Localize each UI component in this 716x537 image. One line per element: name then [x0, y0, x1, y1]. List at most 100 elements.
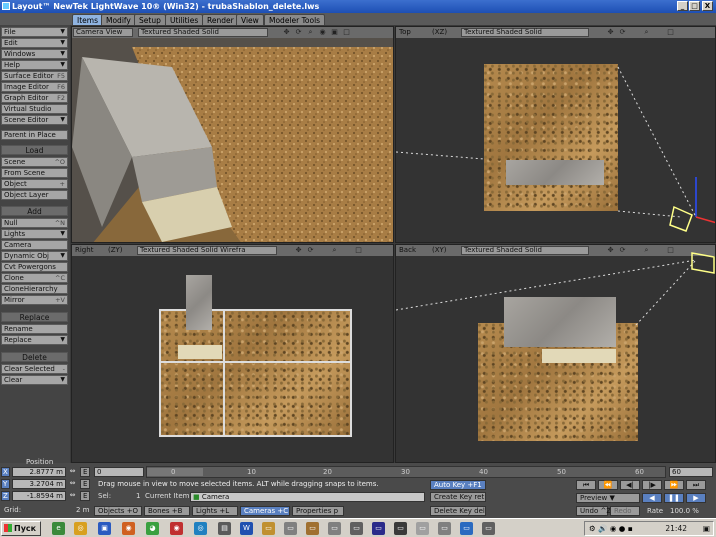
render-mode-select[interactable]: Textured Shaded Solid Wirefra	[137, 246, 277, 255]
end-frame-field[interactable]: 60	[669, 467, 713, 477]
zoom-icon[interactable]: ⌕	[306, 28, 315, 37]
first-frame-button[interactable]: ⏮	[576, 480, 596, 490]
quicklaunch-icon-16[interactable]: ▭	[394, 522, 407, 535]
camera-icon[interactable]: ▣	[330, 28, 339, 37]
rename-button[interactable]: Rename	[1, 324, 68, 334]
preview-select[interactable]: Preview ▼	[576, 493, 640, 503]
word-icon[interactable]: W	[240, 522, 253, 535]
file-menu-button[interactable]: File ▼	[1, 27, 68, 37]
z-axis-toggle[interactable]: Z	[1, 491, 10, 501]
tab-modify[interactable]: Modify	[101, 14, 136, 25]
load-object-layer-button[interactable]: Object Layer	[1, 190, 68, 200]
quicklaunch-icon-2[interactable]: ◎	[74, 522, 87, 535]
start-button[interactable]: Пуск	[1, 521, 41, 536]
windows-menu-button[interactable]: Windows ▼	[1, 49, 68, 59]
quicklaunch-icon-19[interactable]: ▭	[460, 522, 473, 535]
tab-view[interactable]: View	[236, 14, 264, 25]
y-position-field[interactable]: 3.2704 m	[12, 479, 66, 489]
quicklaunch-icon-20[interactable]: ▭	[482, 522, 495, 535]
graph-editor-button[interactable]: Graph Editor F2	[1, 93, 68, 103]
delete-key-button[interactable]: Delete Key del	[430, 506, 486, 516]
rotate-icon[interactable]: ⟳	[306, 246, 315, 255]
quicklaunch-icon-6[interactable]: ◉	[170, 522, 183, 535]
last-frame-button[interactable]: ⏭	[686, 480, 706, 490]
quicklaunch-icon-18[interactable]: ▭	[438, 522, 451, 535]
auto-key-button[interactable]: Auto Key +F1	[430, 480, 486, 490]
y-envelope-button[interactable]: E	[80, 479, 90, 489]
viewport-right[interactable]: Right (ZY) Textured Shaded Solid Wirefra…	[71, 244, 394, 463]
load-from-scene-button[interactable]: From Scene	[1, 168, 68, 178]
tab-setup[interactable]: Setup	[134, 14, 166, 25]
add-null-button[interactable]: Null ^N	[1, 218, 68, 228]
quicklaunch-icon-12[interactable]: ▭	[306, 522, 319, 535]
quicklaunch-icon-3[interactable]: ▣	[98, 522, 111, 535]
tab-utilities[interactable]: Utilities	[165, 14, 204, 25]
edit-menu-button[interactable]: Edit ▼	[1, 38, 68, 48]
view-type-select[interactable]: Camera View	[73, 28, 133, 37]
next-frame-button[interactable]: |▶	[642, 480, 662, 490]
scene-editor-button[interactable]: Scene Editor ▼	[1, 115, 68, 125]
quicklaunch-icon-15[interactable]: ▭	[372, 522, 385, 535]
help-menu-button[interactable]: Help ▼	[1, 60, 68, 70]
close-button[interactable]: X	[702, 1, 713, 11]
prev-key-button[interactable]: ⏪	[598, 480, 618, 490]
z-arrows-icon[interactable]: ⇔	[68, 491, 77, 500]
y-axis-toggle[interactable]: Y	[1, 479, 10, 489]
cvt-powergons-button[interactable]: Cvt Powergons	[1, 262, 68, 272]
cameras-tab[interactable]: Cameras +C	[240, 506, 290, 516]
play-reverse-button[interactable]: ◀	[642, 493, 662, 503]
maximize-view-icon[interactable]: □	[342, 28, 351, 37]
bones-tab[interactable]: Bones +B	[144, 506, 190, 516]
clear-button[interactable]: Clear ▼	[1, 375, 68, 385]
viewport-camera[interactable]: Camera View Textured Shaded Solid ✥ ⟳ ⌕ …	[71, 26, 394, 243]
load-object-button[interactable]: Object +	[1, 179, 68, 189]
play-button[interactable]: ▶	[686, 493, 706, 503]
next-key-button[interactable]: ⏩	[664, 480, 684, 490]
x-position-field[interactable]: 2.8777 m	[12, 467, 66, 477]
current-item-select[interactable]: ■ Camera	[190, 492, 425, 502]
quicklaunch-icon-7[interactable]: ◎	[194, 522, 207, 535]
quicklaunch-icon-11[interactable]: ▭	[284, 522, 297, 535]
pause-button[interactable]: ❚❚	[664, 493, 684, 503]
render-mode-select[interactable]: Textured Shaded Solid	[138, 28, 268, 37]
clone-hierarchy-button[interactable]: CloneHierarchy	[1, 284, 68, 294]
quicklaunch-icon-1[interactable]: e	[52, 522, 65, 535]
x-axis-toggle[interactable]: X	[1, 467, 10, 477]
minimize-button[interactable]: _	[677, 1, 688, 11]
tab-modeler-tools[interactable]: Modeler Tools	[264, 14, 326, 25]
quicklaunch-icon-8[interactable]: ▤	[218, 522, 231, 535]
prev-frame-button[interactable]: ◀|	[620, 480, 640, 490]
timeline-slider[interactable]: 0 10 20 30 40 50 60	[146, 466, 666, 478]
x-arrows-icon[interactable]: ⇔	[68, 467, 77, 476]
virtual-studio-button[interactable]: Virtual Studio	[1, 104, 68, 114]
move-icon[interactable]: ✥	[282, 28, 291, 37]
parent-in-place-button[interactable]: Parent in Place	[1, 130, 68, 140]
lights-tab[interactable]: Lights +L	[192, 506, 238, 516]
add-lights-button[interactable]: Lights ▼	[1, 229, 68, 239]
quicklaunch-icon-14[interactable]: ▭	[350, 522, 363, 535]
quicklaunch-icon-13[interactable]: ▭	[328, 522, 341, 535]
redo-button[interactable]: Redo	[610, 506, 640, 516]
move-icon[interactable]: ✥	[294, 246, 303, 255]
y-arrows-icon[interactable]: ⇔	[68, 479, 77, 488]
properties-tab[interactable]: Properties p	[292, 506, 344, 516]
add-camera-button[interactable]: Camera	[1, 240, 68, 250]
image-editor-button[interactable]: Image Editor F6	[1, 82, 68, 92]
objects-tab[interactable]: Objects +O	[94, 506, 142, 516]
tab-render[interactable]: Render	[202, 14, 239, 25]
quicklaunch-icon-17[interactable]: ▭	[416, 522, 429, 535]
mirror-button[interactable]: Mirror +V	[1, 295, 68, 305]
surface-editor-button[interactable]: Surface Editor F5	[1, 71, 68, 81]
clear-selected-button[interactable]: Clear Selected -	[1, 364, 68, 374]
undo-button[interactable]: Undo ^Z	[576, 506, 611, 516]
replace-button[interactable]: Replace ▼	[1, 335, 68, 345]
current-frame-field[interactable]: 0	[94, 467, 144, 477]
maximize-button[interactable]: □	[689, 1, 700, 11]
render-icon[interactable]: ◉	[318, 28, 327, 37]
viewport-top[interactable]: Top (XZ) Textured Shaded Solid ✥ ⟳ ⌕ □	[395, 26, 716, 243]
maximize-view-icon[interactable]: □	[354, 246, 363, 255]
quicklaunch-icon-5[interactable]: ◕	[146, 522, 159, 535]
load-scene-button[interactable]: Scene ^O	[1, 157, 68, 167]
quicklaunch-icon-10[interactable]: ▭	[262, 522, 275, 535]
x-envelope-button[interactable]: E	[80, 467, 90, 477]
